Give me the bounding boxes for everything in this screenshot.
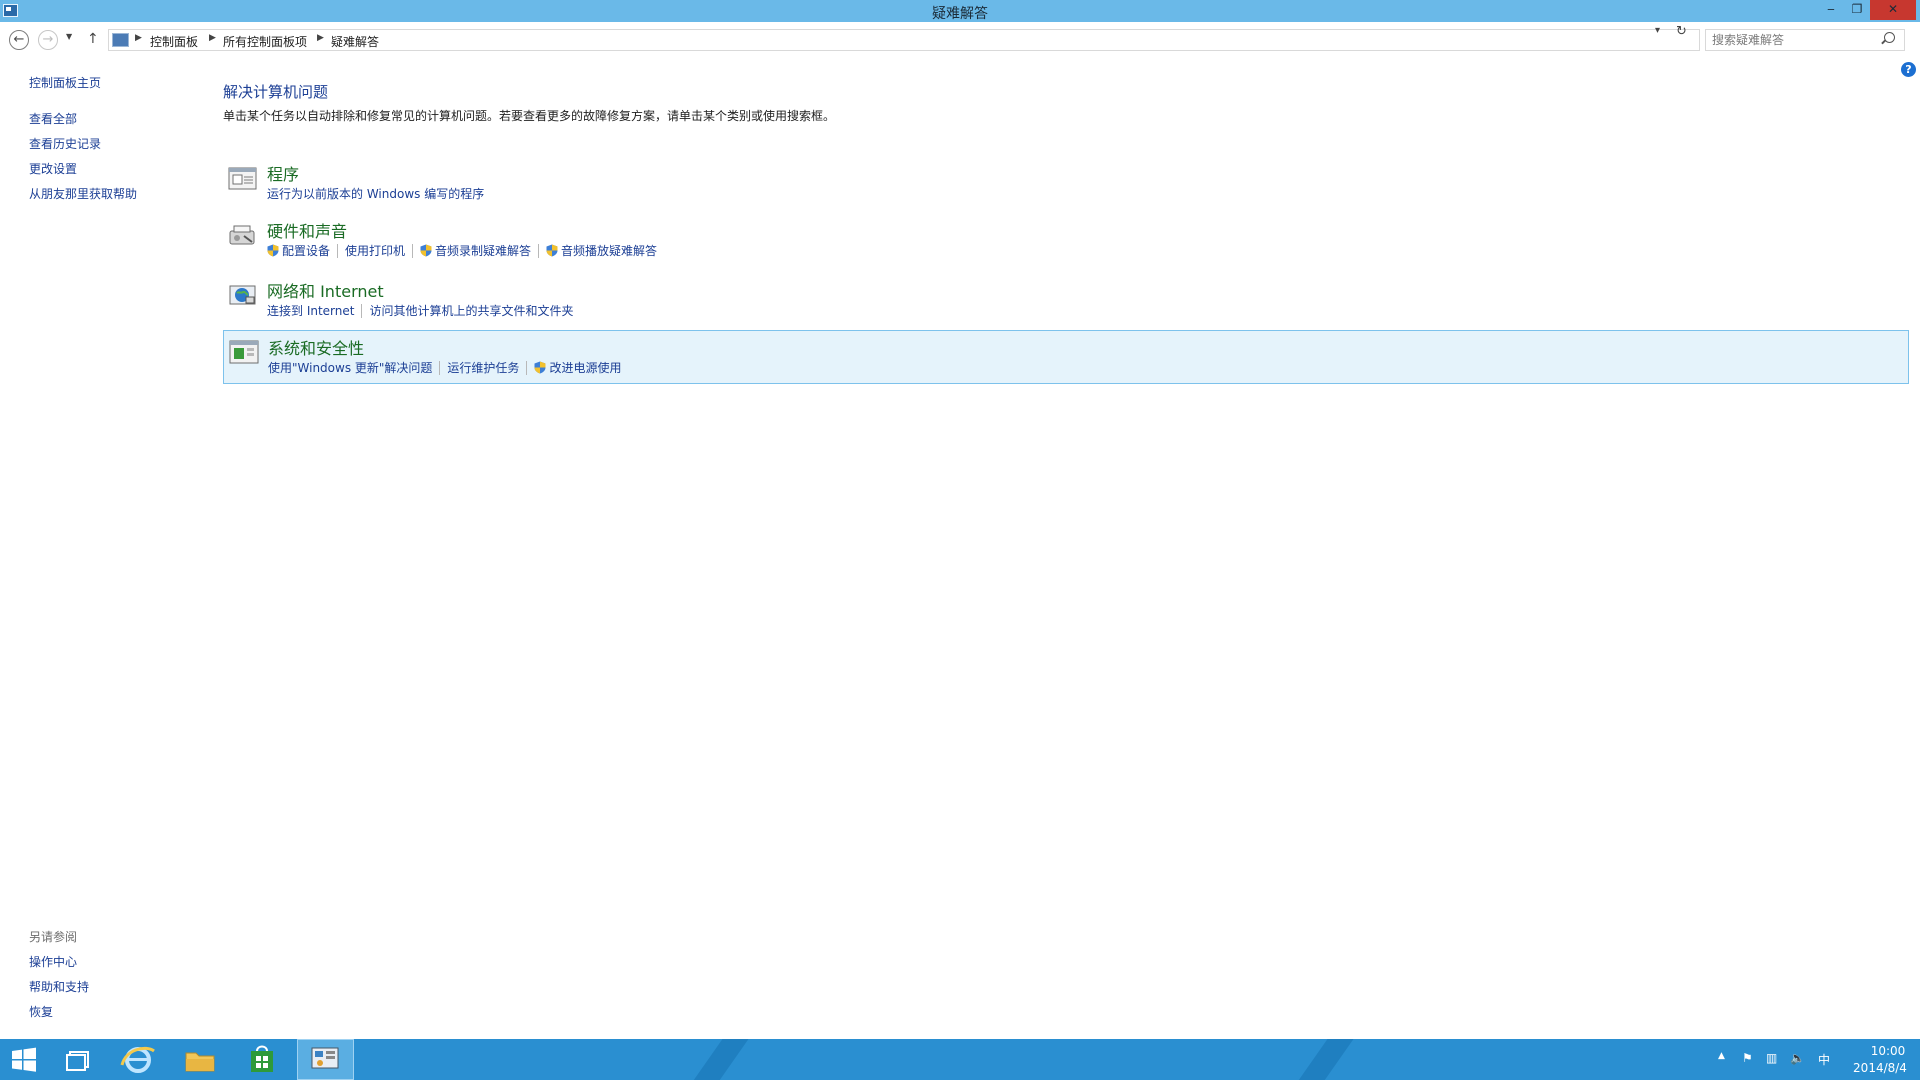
link-separator — [526, 360, 528, 375]
sidebar-link-change-settings[interactable]: 更改设置 — [29, 160, 77, 177]
internet-explorer-icon — [120, 1046, 155, 1073]
internet-explorer-button[interactable] — [114, 1039, 162, 1080]
task-view-button[interactable] — [54, 1039, 102, 1080]
sidebar-link-get-help[interactable]: 从朋友那里获取帮助 — [29, 185, 137, 202]
refresh-icon[interactable]: ↻ — [1676, 24, 1687, 39]
system-security-icon — [229, 340, 259, 364]
link-windows-update[interactable]: 使用"Windows 更新"解决问题 — [268, 359, 432, 376]
forward-button[interactable]: → — [38, 30, 58, 50]
uac-shield-icon — [267, 244, 279, 257]
wallpaper-stripe — [1278, 1039, 1368, 1080]
restore-button[interactable]: ❐ — [1844, 0, 1870, 20]
breadcrumb-chevron-icon[interactable]: ▶ — [209, 33, 216, 43]
task-view-icon — [66, 1051, 89, 1071]
link-run-old-programs[interactable]: 运行为以前版本的 Windows 编写的程序 — [267, 185, 484, 202]
category-title[interactable]: 程序 — [267, 161, 299, 185]
up-arrow-icon[interactable]: ↑ — [87, 31, 99, 47]
title-bar[interactable]: 疑难解答 ‒ ❐ ✕ — [0, 0, 1920, 22]
close-button[interactable]: ✕ — [1870, 0, 1916, 20]
navigation-bar: ← → ▼ ↑ ▶ 控制面板 ▶ 所有控制面板项 ▶ 疑难解答 ▾ ↻ — [0, 22, 1920, 58]
programs-icon — [228, 167, 257, 190]
network-icon[interactable]: ▥ — [1766, 1051, 1777, 1065]
minimize-button[interactable]: ‒ — [1818, 0, 1844, 20]
link-maintenance[interactable]: 运行维护任务 — [447, 359, 519, 376]
link-audio-playback[interactable]: 音频播放疑难解答 — [561, 242, 657, 259]
link-audio-recording[interactable]: 音频录制疑难解答 — [435, 242, 531, 259]
category-programs[interactable]: 程序 运行为以前版本的 Windows 编写的程序 — [223, 157, 1909, 211]
uac-shield-icon — [534, 361, 546, 374]
page-description: 单击某个任务以自动排除和修复常见的计算机问题。若要查看更多的故障修复方案，请单击… — [223, 109, 836, 123]
uac-shield-icon — [420, 244, 432, 257]
category-links: 使用"Windows 更新"解决问题 运行维护任务 改进电源使用 — [268, 359, 621, 376]
link-separator — [337, 243, 339, 258]
breadcrumb-chevron-icon[interactable]: ▶ — [317, 33, 324, 43]
category-title[interactable]: 系统和安全性 — [268, 335, 364, 359]
breadcrumb-troubleshooting[interactable]: 疑难解答 — [331, 33, 379, 50]
clock-date[interactable]: 2014/8/4 — [1842, 1061, 1918, 1075]
sidebar-link-view-all[interactable]: 查看全部 — [29, 110, 77, 127]
sidebar-link-history[interactable]: 查看历史记录 — [29, 135, 101, 152]
control-panel-taskbar-button[interactable] — [297, 1039, 354, 1080]
sidebar-link-help-support[interactable]: 帮助和支持 — [29, 978, 89, 995]
recent-locations-chevron-icon[interactable]: ▼ — [66, 32, 72, 41]
link-configure-device[interactable]: 配置设备 — [282, 242, 330, 259]
action-center-flag-icon[interactable]: ⚑ — [1742, 1051, 1753, 1065]
link-separator — [361, 303, 363, 318]
start-button[interactable] — [0, 1039, 48, 1080]
category-title[interactable]: 网络和 Internet — [267, 278, 384, 302]
breadcrumb-chevron-icon[interactable]: ▶ — [135, 33, 142, 43]
wallpaper-stripe — [673, 1039, 763, 1080]
page-title: 解决计算机问题 — [223, 83, 329, 101]
search-icon[interactable] — [1884, 32, 1895, 43]
category-links: 配置设备 使用打印机 音频录制疑难解答 音频播放疑难解答 — [267, 242, 657, 259]
link-separator — [439, 360, 441, 375]
link-shared-files[interactable]: 访问其他计算机上的共享文件和文件夹 — [369, 302, 573, 319]
network-internet-icon — [229, 285, 256, 305]
category-network-internet[interactable]: 网络和 Internet 连接到 Internet 访问其他计算机上的共享文件和文… — [223, 274, 1909, 328]
address-bar[interactable]: ▶ 控制面板 ▶ 所有控制面板项 ▶ 疑难解答 — [108, 29, 1700, 51]
sidebar-link-recovery[interactable]: 恢复 — [29, 1003, 53, 1020]
clock-time[interactable]: 10:00 — [1858, 1044, 1918, 1058]
control-panel-icon — [311, 1047, 339, 1069]
hardware-sound-icon — [229, 225, 255, 245]
window-title: 疑难解答 — [932, 6, 988, 22]
link-connect-internet[interactable]: 连接到 Internet — [267, 302, 354, 319]
category-title[interactable]: 硬件和声音 — [267, 218, 347, 242]
folder-icon — [185, 1052, 215, 1072]
sidebar-link-action-center[interactable]: 操作中心 — [29, 953, 77, 970]
store-icon — [251, 1045, 273, 1072]
show-hidden-icons-chevron-icon[interactable]: ▲ — [1718, 1051, 1725, 1061]
ime-indicator[interactable]: 中 — [1818, 1051, 1830, 1068]
breadcrumb-all-items[interactable]: 所有控制面板项 — [223, 33, 307, 50]
location-icon — [112, 33, 129, 47]
breadcrumb-control-panel[interactable]: 控制面板 — [150, 33, 198, 50]
link-separator — [538, 243, 540, 258]
windows-store-button[interactable] — [238, 1039, 286, 1080]
category-hardware-sound[interactable]: 硬件和声音 配置设备 使用打印机 音频录制疑难解答 音频播放疑难解答 — [223, 214, 1909, 268]
volume-icon[interactable]: 🔈 — [1790, 1051, 1805, 1065]
link-separator — [412, 243, 414, 258]
windows-logo-icon — [12, 1047, 36, 1072]
address-dropdown-icon[interactable]: ▾ — [1655, 25, 1660, 36]
taskbar: ▲ ⚑ ▥ 🔈 中 10:00 2014/8/4 — [0, 1039, 1920, 1080]
see-also-heading: 另请参阅 — [29, 930, 78, 944]
uac-shield-icon — [546, 244, 558, 257]
category-system-security[interactable]: 系统和安全性 使用"Windows 更新"解决问题 运行维护任务 改进电源使用 — [223, 330, 1909, 384]
sidebar-link-home[interactable]: 控制面板主页 — [29, 74, 101, 91]
category-links: 连接到 Internet 访问其他计算机上的共享文件和文件夹 — [267, 302, 573, 319]
link-power-usage[interactable]: 改进电源使用 — [549, 359, 621, 376]
category-links: 运行为以前版本的 Windows 编写的程序 — [267, 185, 484, 202]
help-icon[interactable]: ? — [1901, 62, 1916, 77]
link-use-printer[interactable]: 使用打印机 — [345, 242, 405, 259]
search-input[interactable] — [1705, 29, 1905, 51]
back-button[interactable]: ← — [9, 30, 29, 50]
file-explorer-button[interactable] — [176, 1039, 224, 1080]
